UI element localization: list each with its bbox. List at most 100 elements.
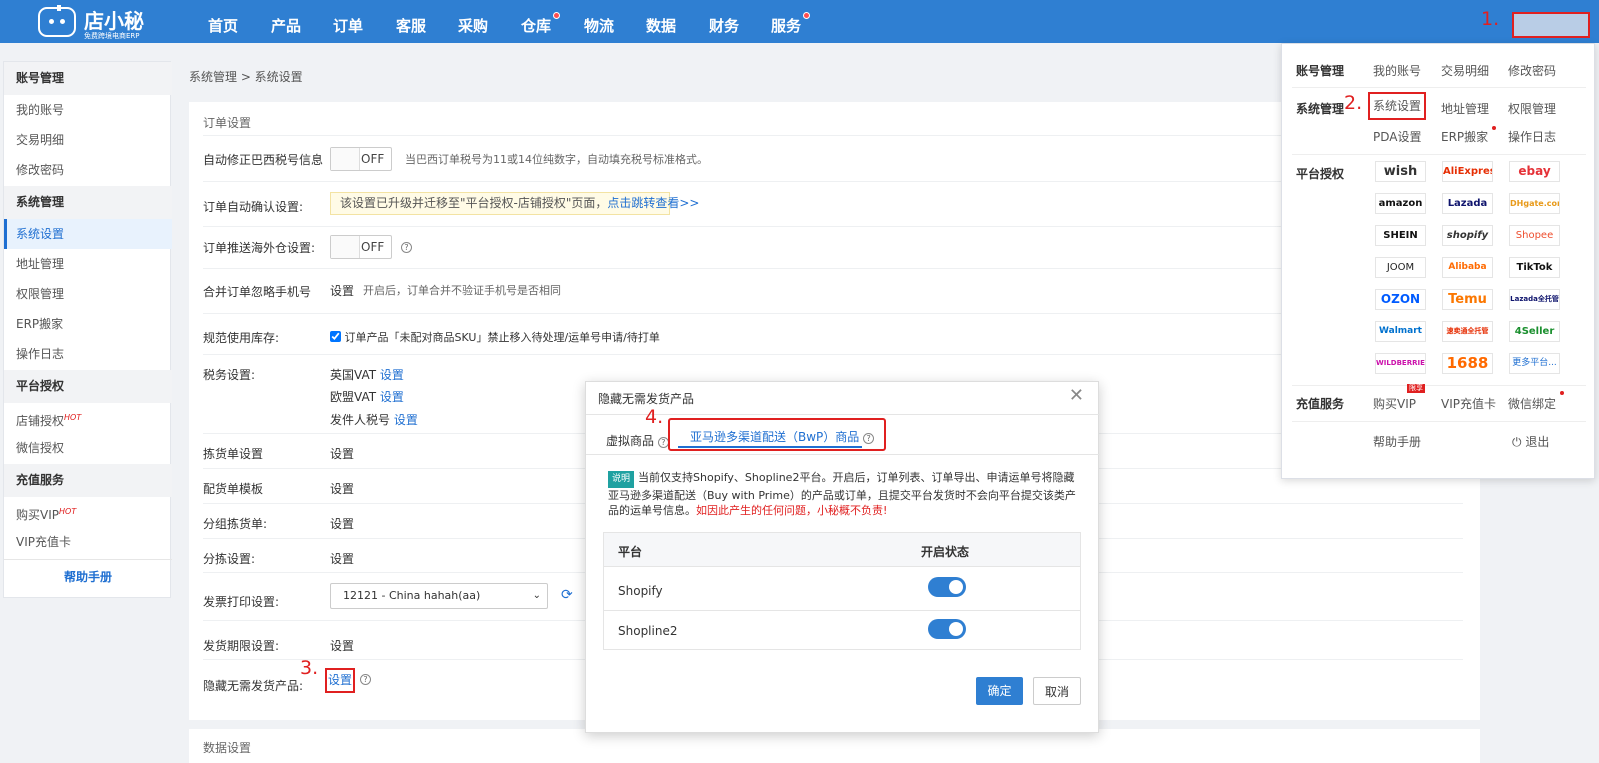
nav-products[interactable]: 产品 bbox=[271, 0, 301, 43]
nav-data[interactable]: 数据 bbox=[646, 0, 676, 43]
platform-shein[interactable]: SHEIN bbox=[1375, 225, 1426, 246]
auto-confirm-notice: 该设置已升级并迁移至"平台授权-店铺授权"页面，点击跳转查看>> bbox=[330, 192, 700, 215]
platform-wildberries[interactable]: WILDBERRIES bbox=[1375, 353, 1426, 374]
nav-purchase[interactable]: 采购 bbox=[458, 0, 488, 43]
help-icon[interactable]: ? bbox=[360, 674, 371, 685]
merge-order-set-link[interactable]: 设置 bbox=[330, 282, 354, 299]
pick-list-set-link[interactable]: 设置 bbox=[330, 445, 354, 462]
nav-finance[interactable]: 财务 bbox=[709, 0, 739, 43]
dd-item-logs[interactable]: 操作日志 bbox=[1508, 128, 1556, 145]
sidebar-item-wechat-auth[interactable]: 微信授权 bbox=[4, 433, 172, 463]
dd-item-address[interactable]: 地址管理 bbox=[1441, 100, 1489, 117]
hide-products-set-link[interactable]: 设置 bbox=[325, 668, 355, 693]
platform-shopify[interactable]: shopify bbox=[1442, 225, 1493, 246]
sorting-set-link[interactable]: 设置 bbox=[330, 550, 354, 567]
platform-ebay[interactable]: ebay bbox=[1509, 161, 1560, 182]
nav-services-label: 服务 bbox=[771, 17, 802, 35]
nav-services[interactable]: 服务 bbox=[771, 0, 811, 43]
tab-virtual-products[interactable]: 虚拟商品 ? bbox=[606, 432, 669, 449]
group-pick-label: 分组拣货单: bbox=[203, 517, 268, 531]
toggle-shopify[interactable] bbox=[928, 577, 966, 597]
platform-ozon[interactable]: OZON bbox=[1375, 289, 1426, 310]
robot-logo-icon bbox=[38, 5, 76, 37]
help-icon[interactable]: ? bbox=[401, 242, 412, 253]
dd-header-platform: 平台授权 bbox=[1296, 167, 1345, 181]
dd-help-link[interactable]: 帮助手册 bbox=[1373, 433, 1421, 450]
notice-link[interactable]: 点击跳转查看>> bbox=[607, 196, 699, 210]
nav-warehouse-label: 仓库 bbox=[521, 17, 552, 35]
dd-item-buy-vip[interactable]: 购买VIP 限享 bbox=[1373, 384, 1425, 412]
sidebar-item-permissions[interactable]: 权限管理 bbox=[4, 279, 172, 309]
cancel-button[interactable]: 取消 bbox=[1033, 677, 1081, 705]
sorting-label: 分拣设置: bbox=[203, 552, 256, 566]
sidebar-item-logs[interactable]: 操作日志 bbox=[4, 339, 172, 369]
brazil-tax-switch[interactable]: OFF bbox=[330, 147, 392, 171]
tax-sender-id: 发件人税号 设置 bbox=[330, 411, 418, 428]
dd-item-wechat-bind[interactable]: 微信绑定 bbox=[1508, 391, 1565, 412]
dd-logout[interactable]: ⏻ 退出 bbox=[1512, 433, 1549, 450]
dd-logout-label: 退出 bbox=[1525, 435, 1550, 449]
sidebar-help-link[interactable]: 帮助手册 bbox=[4, 568, 172, 585]
platform-temu[interactable]: Temu bbox=[1442, 289, 1493, 310]
auto-confirm-label: 订单自动确认设置: bbox=[203, 200, 304, 214]
platform-aliexpress[interactable]: AliExpress bbox=[1442, 161, 1493, 182]
close-icon[interactable]: ✕ bbox=[1069, 385, 1084, 406]
tab-bwp-products[interactable]: 亚马逊多渠道配送（BwP）商品 ? bbox=[668, 418, 886, 451]
dd-item-my-account[interactable]: 我的账号 bbox=[1373, 62, 1421, 79]
invoice-template-select[interactable]: 12121 - China hahah(aa) ⌄ bbox=[330, 583, 548, 609]
platform-lazada-full[interactable]: Lazada全托管 bbox=[1509, 289, 1560, 310]
sidebar-item-transactions[interactable]: 交易明细 bbox=[4, 125, 172, 155]
platform-lazada[interactable]: Lazada bbox=[1442, 193, 1493, 214]
dd-item-erp-move[interactable]: ERP搬家 bbox=[1441, 126, 1497, 145]
ship-deadline-set-link[interactable]: 设置 bbox=[330, 637, 354, 654]
dd-item-pda[interactable]: PDA设置 bbox=[1373, 128, 1421, 145]
checkbox[interactable] bbox=[330, 331, 341, 342]
platform-4seller[interactable]: 4Seller bbox=[1509, 321, 1560, 342]
platform-shopee[interactable]: Shopee bbox=[1509, 225, 1560, 246]
platform-more[interactable]: 更多平台... bbox=[1509, 353, 1560, 374]
nav-warehouse[interactable]: 仓库 bbox=[521, 0, 561, 43]
sidebar-item-buy-vip[interactable]: 购买VIPHOT bbox=[4, 497, 172, 527]
sidebar-item-store-auth[interactable]: 店铺授权HOT bbox=[4, 403, 172, 433]
refresh-icon[interactable]: ⟳ bbox=[561, 587, 573, 603]
nav-home[interactable]: 首页 bbox=[208, 0, 238, 43]
select-value: 12121 - China hahah(aa) bbox=[343, 589, 481, 602]
platform-walmart[interactable]: Walmart bbox=[1375, 321, 1426, 342]
tax-set-link[interactable]: 设置 bbox=[380, 390, 404, 404]
dd-item-change-password[interactable]: 修改密码 bbox=[1508, 62, 1556, 79]
dd-item-permissions[interactable]: 权限管理 bbox=[1508, 100, 1556, 117]
dd-item-transactions[interactable]: 交易明细 bbox=[1441, 62, 1489, 79]
platform-1688[interactable]: 1688 bbox=[1442, 353, 1493, 374]
sidebar-item-erp-move[interactable]: ERP搬家 bbox=[4, 309, 172, 339]
platform-tiktok[interactable]: TikTok bbox=[1509, 257, 1560, 278]
nav-orders[interactable]: 订单 bbox=[333, 0, 363, 43]
platform-alibaba[interactable]: Alibaba bbox=[1442, 257, 1493, 278]
nav-service[interactable]: 客服 bbox=[396, 0, 426, 43]
platform-joom[interactable]: JOOM bbox=[1375, 257, 1426, 278]
modal-description: 说明 当前仅支持Shopify、Shopline2平台。开启后，订单列表、订单导出… bbox=[608, 470, 1081, 518]
toggle-shopline2[interactable] bbox=[928, 619, 966, 639]
sidebar-item-address[interactable]: 地址管理 bbox=[4, 249, 172, 279]
platform-dhgate[interactable]: DHgate.com bbox=[1509, 193, 1560, 214]
platform-aliexpress-full[interactable]: 速卖通全托管 bbox=[1442, 321, 1493, 342]
push-overseas-switch[interactable]: OFF bbox=[330, 235, 392, 259]
tax-set-link[interactable]: 设置 bbox=[394, 413, 418, 427]
platform-amazon[interactable]: amazon bbox=[1375, 193, 1426, 214]
sidebar-header-account: 账号管理 bbox=[4, 62, 172, 95]
sidebar-item-change-password[interactable]: 修改密码 bbox=[4, 155, 172, 185]
platform-wish[interactable]: wish bbox=[1375, 161, 1426, 182]
user-account-menu[interactable] bbox=[1512, 12, 1590, 38]
tax-set-link[interactable]: 设置 bbox=[380, 368, 404, 382]
stock-usage-checkbox[interactable]: 订单产品「未配对商品SKU」禁止移入待处理/运单号申请/待打单 bbox=[330, 329, 660, 345]
sidebar-item-system-settings[interactable]: 系统设置 bbox=[4, 219, 172, 249]
modal-title: 隐藏无需发货产品 bbox=[598, 392, 695, 406]
dd-item-system-settings[interactable]: 系统设置 bbox=[1368, 92, 1426, 120]
logo[interactable]: 店小秘 免费跨境电商ERP bbox=[38, 5, 148, 40]
nav-logistics[interactable]: 物流 bbox=[584, 0, 614, 43]
sidebar-item-vip-card[interactable]: VIP充值卡 bbox=[4, 527, 172, 557]
match-template-set-link[interactable]: 设置 bbox=[330, 480, 354, 497]
dd-item-vip-card[interactable]: VIP充值卡 bbox=[1441, 395, 1496, 412]
group-pick-set-link[interactable]: 设置 bbox=[330, 515, 354, 532]
confirm-button[interactable]: 确定 bbox=[976, 677, 1023, 705]
sidebar-item-my-account[interactable]: 我的账号 bbox=[4, 95, 172, 125]
